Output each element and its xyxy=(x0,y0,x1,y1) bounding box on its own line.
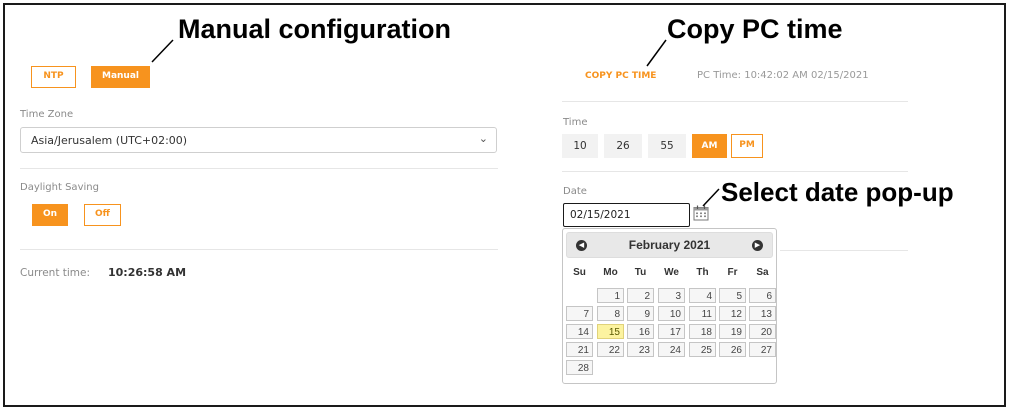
day-cell[interactable]: 27 xyxy=(749,342,776,357)
day-cell[interactable]: 9 xyxy=(627,306,654,321)
divider xyxy=(20,249,498,250)
weekday-header: We xyxy=(664,267,679,278)
time-label: Time xyxy=(563,117,588,128)
weekday-header: Sa xyxy=(756,267,769,278)
divider xyxy=(20,168,498,169)
day-cell[interactable]: 16 xyxy=(627,324,654,339)
day-cell[interactable]: 26 xyxy=(719,342,746,357)
day-cell[interactable]: 22 xyxy=(597,342,624,357)
day-cell[interactable]: 10 xyxy=(658,306,685,321)
daylight-off-button[interactable]: Off xyxy=(84,204,121,226)
date-value: 02/15/2021 xyxy=(570,209,631,221)
day-cell[interactable]: 8 xyxy=(597,306,624,321)
day-cell[interactable]: 25 xyxy=(689,342,716,357)
weekday-header: Mo xyxy=(603,267,618,278)
day-cell[interactable]: 11 xyxy=(689,306,716,321)
day-cell[interactable]: 5 xyxy=(719,288,746,303)
datepicker-month-title: February 2021 xyxy=(628,238,711,252)
timezone-value: Asia/Jerusalem (UTC+02:00) xyxy=(31,134,188,147)
current-time-label: Current time: xyxy=(20,267,91,279)
callout-select-date-popup: Select date pop-up xyxy=(721,177,954,207)
day-cell[interactable]: 3 xyxy=(658,288,685,303)
timezone-select[interactable]: Asia/Jerusalem (UTC+02:00) ⌄ xyxy=(20,127,497,153)
hour-field[interactable]: 10 xyxy=(562,134,598,158)
divider xyxy=(780,250,908,251)
weekday-header: Su xyxy=(573,267,586,278)
daylight-on-button[interactable]: On xyxy=(32,204,68,226)
day-cell[interactable]: 2 xyxy=(627,288,654,303)
day-cell[interactable]: 6 xyxy=(749,288,776,303)
day-cell[interactable]: 1 xyxy=(597,288,624,303)
day-cell[interactable]: 13 xyxy=(749,306,776,321)
divider xyxy=(562,101,908,102)
day-cell[interactable]: 14 xyxy=(566,324,593,339)
day-cell[interactable]: 24 xyxy=(658,342,685,357)
current-time-value: 10:26:58 AM xyxy=(108,266,187,279)
calendar-icon[interactable] xyxy=(692,204,710,222)
day-cell[interactable]: 12 xyxy=(719,306,746,321)
day-cell[interactable]: 19 xyxy=(719,324,746,339)
daylight-saving-label: Daylight Saving xyxy=(20,182,99,193)
weekday-header: Th xyxy=(696,267,709,278)
timezone-label: Time Zone xyxy=(20,109,74,120)
manual-button[interactable]: Manual xyxy=(91,66,150,88)
next-month-icon[interactable]: ▶ xyxy=(752,240,763,251)
day-cell[interactable]: 21 xyxy=(566,342,593,357)
weekday-header: Tu xyxy=(634,267,647,278)
day-cell[interactable]: 23 xyxy=(627,342,654,357)
callout-manual-configuration: Manual configuration xyxy=(178,14,451,44)
day-cell[interactable]: 17 xyxy=(658,324,685,339)
second-field[interactable]: 55 xyxy=(648,134,686,158)
day-cell[interactable]: 7 xyxy=(566,306,593,321)
divider xyxy=(562,171,908,172)
pc-time-text: PC Time: 10:42:02 AM 02/15/2021 xyxy=(697,70,869,81)
minute-field[interactable]: 26 xyxy=(604,134,642,158)
date-input[interactable]: 02/15/2021 xyxy=(563,203,690,227)
copy-pc-time-button[interactable]: COPY PC TIME xyxy=(585,71,656,81)
day-cell[interactable]: 20 xyxy=(749,324,776,339)
day-cell[interactable]: 18 xyxy=(689,324,716,339)
datepicker-header: ◀ February 2021 ▶ xyxy=(566,232,773,258)
day-cell[interactable]: 15 xyxy=(597,324,624,339)
ntp-button[interactable]: NTP xyxy=(31,66,76,88)
am-button[interactable]: AM xyxy=(692,134,727,158)
datepicker-popup: ◀ February 2021 ▶ Su Mo Tu We Th Fr Sa 1 2 3 4 5 6 7 8… xyxy=(562,228,777,384)
pm-button[interactable]: PM xyxy=(731,134,763,158)
date-label: Date xyxy=(563,186,587,197)
day-cell[interactable]: 28 xyxy=(566,360,593,375)
callout-copy-pc-time: Copy PC time xyxy=(667,14,843,44)
chevron-down-icon: ⌄ xyxy=(478,132,488,145)
day-cell[interactable]: 4 xyxy=(689,288,716,303)
weekday-header: Fr xyxy=(727,267,738,278)
